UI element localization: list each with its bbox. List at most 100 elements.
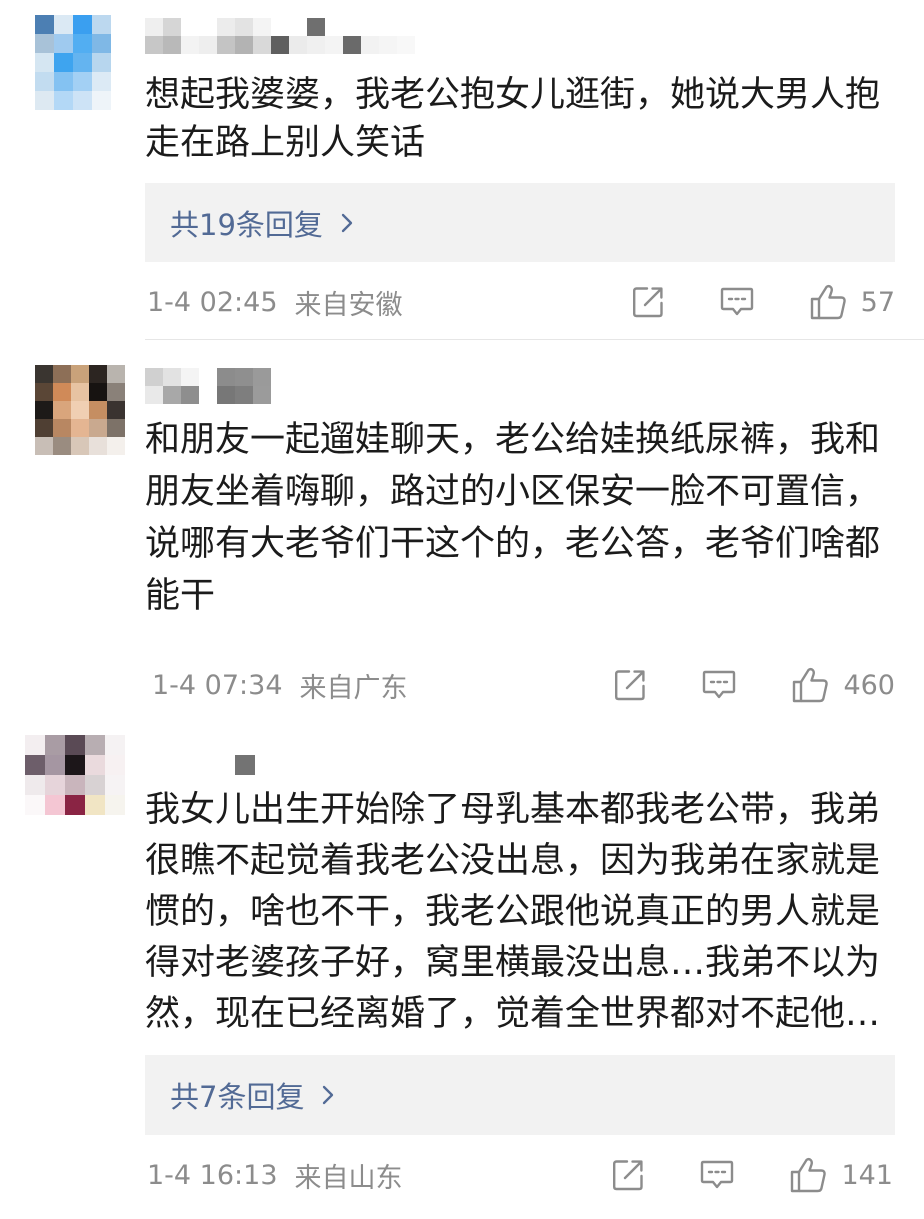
mosaic-cell xyxy=(73,91,92,110)
comment-item: 我女儿出生开始除了母乳基本都我老公带，我弟 很瞧不起觉着我老公没出息，因为我弟在… xyxy=(0,720,924,1219)
comment-actions: 57 xyxy=(631,283,895,321)
comment-button[interactable] xyxy=(701,668,737,702)
mosaic-cell xyxy=(73,53,92,72)
avatar[interactable] xyxy=(35,365,125,455)
comment-icon xyxy=(699,1158,735,1192)
like-button[interactable]: 57 xyxy=(809,283,895,321)
replies-link[interactable]: 共7条回复 xyxy=(145,1055,895,1135)
mosaic-cell xyxy=(235,18,253,36)
mosaic-cell xyxy=(199,36,217,54)
mosaic-cell xyxy=(271,18,289,36)
mosaic-cell xyxy=(397,36,415,54)
username[interactable] xyxy=(235,755,255,775)
mosaic-cell xyxy=(54,15,73,34)
mosaic-cell xyxy=(107,365,125,383)
comment-text-line: 能干 xyxy=(145,576,216,616)
mosaic-cell xyxy=(379,18,397,36)
replies-label: 共19条回复 xyxy=(170,207,323,242)
mosaic-cell xyxy=(235,755,255,775)
mosaic-cell xyxy=(163,386,181,404)
mosaic-cell xyxy=(145,18,163,36)
mosaic-cell xyxy=(107,383,125,401)
mosaic-cell xyxy=(25,755,45,775)
mosaic-cell xyxy=(163,36,181,54)
comment-button[interactable] xyxy=(719,285,755,319)
mosaic-cell xyxy=(105,795,125,815)
mosaic-cell xyxy=(253,36,271,54)
username[interactable] xyxy=(145,18,415,54)
mosaic-cell xyxy=(92,72,111,91)
username[interactable] xyxy=(145,368,271,404)
comment-footer: 1-4 07:34 来自广东 460 xyxy=(152,666,895,704)
mosaic-cell xyxy=(271,36,289,54)
mosaic-cell xyxy=(35,91,54,110)
mosaic-cell xyxy=(199,18,217,36)
mosaic-cell xyxy=(181,368,199,386)
mosaic-cell xyxy=(145,386,163,404)
comment-text: 和朋友一起遛娃聊天，老公给娃换纸尿裤，我和 朋友坐着嗨聊，路过的小区保安一脸不可… xyxy=(145,414,905,622)
mosaic-cell xyxy=(54,91,73,110)
mosaic-cell xyxy=(89,383,107,401)
replies-label: 共7条回复 xyxy=(170,1080,305,1114)
share-icon xyxy=(611,1158,645,1192)
mosaic-cell xyxy=(289,36,307,54)
share-button[interactable] xyxy=(611,1158,645,1192)
mosaic-cell xyxy=(35,365,53,383)
mosaic-cell xyxy=(92,53,111,72)
mosaic-cell xyxy=(325,18,343,36)
comment-footer: 1-4 16:13 来自山东 141 xyxy=(147,1156,893,1194)
mosaic-cell xyxy=(92,15,111,34)
share-icon xyxy=(631,285,665,319)
comment-footer: 1-4 02:45 来自安徽 57 xyxy=(147,283,895,321)
like-count: 141 xyxy=(841,1159,893,1191)
mosaic-cell xyxy=(235,368,253,386)
comment-icon xyxy=(719,285,755,319)
comment-item: 和朋友一起遛娃聊天，老公给娃换纸尿裤，我和 朋友坐着嗨聊，路过的小区保安一脸不可… xyxy=(0,340,924,720)
mosaic-cell xyxy=(105,775,125,795)
mosaic-cell xyxy=(92,91,111,110)
mosaic-cell xyxy=(235,36,253,54)
comment-text-line: 朋友坐着嗨聊，路过的小区保安一脸不可置信， xyxy=(145,472,881,512)
mosaic-cell xyxy=(85,755,105,775)
mosaic-cell xyxy=(85,775,105,795)
thumbs-up-icon xyxy=(791,666,829,704)
mosaic-cell xyxy=(253,386,271,404)
comment-text-line: 想起我婆婆，我老公抱女儿逛街，她说大男人抱 xyxy=(145,75,881,115)
mosaic-cell xyxy=(65,755,85,775)
mosaic-cell xyxy=(181,18,199,36)
mosaic-cell xyxy=(397,18,415,36)
thumbs-up-icon xyxy=(809,283,847,321)
mosaic-cell xyxy=(53,419,71,437)
mosaic-cell xyxy=(45,795,65,815)
comment-time: 1-4 16:13 xyxy=(147,1159,278,1191)
comment-item: 想起我婆婆，我老公抱女儿逛街，她说大男人抱 走在路上别人笑话 共19条回复 1-… xyxy=(0,0,924,340)
chevron-right-icon xyxy=(322,1085,334,1105)
mosaic-cell xyxy=(217,18,235,36)
like-button[interactable]: 141 xyxy=(789,1156,893,1194)
avatar[interactable] xyxy=(25,735,125,815)
like-button[interactable]: 460 xyxy=(791,666,895,704)
avatar[interactable] xyxy=(35,15,111,110)
comment-text-line: 得对老婆孩子好，窝里横最没出息…我弟不以为 xyxy=(145,943,881,983)
mosaic-cell xyxy=(35,15,54,34)
comment-button[interactable] xyxy=(699,1158,735,1192)
mosaic-cell xyxy=(343,18,361,36)
mosaic-cell xyxy=(85,735,105,755)
comment-time: 1-4 07:34 xyxy=(152,669,283,701)
mosaic-cell xyxy=(35,53,54,72)
mosaic-cell xyxy=(253,18,271,36)
share-button[interactable] xyxy=(631,285,665,319)
replies-link[interactable]: 共19条回复 xyxy=(145,183,895,262)
mosaic-cell xyxy=(107,419,125,437)
mosaic-cell xyxy=(235,386,253,404)
mosaic-cell xyxy=(217,368,235,386)
mosaic-cell xyxy=(89,401,107,419)
mosaic-cell xyxy=(71,419,89,437)
mosaic-cell xyxy=(89,365,107,383)
mosaic-cell xyxy=(343,36,361,54)
mosaic-cell xyxy=(145,368,163,386)
comment-text-line: 很瞧不起觉着我老公没出息，因为我弟在家就是 xyxy=(145,841,881,881)
mosaic-cell xyxy=(105,735,125,755)
share-button[interactable] xyxy=(613,668,647,702)
mosaic-cell xyxy=(217,36,235,54)
